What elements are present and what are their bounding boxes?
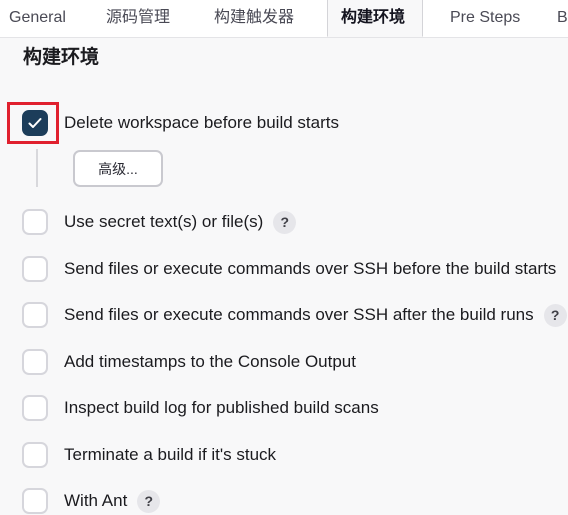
with-ant-checkbox[interactable] (22, 488, 48, 514)
option-label: With Ant (64, 491, 128, 510)
help-icon[interactable]: ? (137, 489, 161, 513)
tab-general[interactable]: General (9, 0, 66, 36)
option-secret-text: Use secret text(s) or file(s) ? (22, 207, 297, 237)
terminate-stuck-checkbox[interactable] (22, 442, 48, 468)
option-timestamps: Add timestamps to the Console Output (22, 347, 356, 377)
highlight-box (7, 102, 59, 144)
timestamps-checkbox[interactable] (22, 349, 48, 375)
option-delete-workspace: Delete workspace before build starts (22, 108, 339, 138)
tab-pre-steps[interactable]: Pre Steps (450, 0, 520, 36)
option-ssh-after-build: Send files or execute commands over SSH … (22, 300, 567, 330)
option-build-scans: Inspect build log for published build sc… (22, 393, 379, 423)
option-label: Send files or execute commands over SSH … (64, 259, 557, 278)
nested-divider (36, 149, 38, 187)
advanced-button[interactable]: 高级... (73, 150, 163, 187)
tab-build-triggers[interactable]: 构建触发器 (214, 0, 294, 36)
option-label: Delete workspace before build starts (64, 113, 339, 132)
option-terminate-stuck: Terminate a build if it's stuck (22, 440, 276, 470)
option-label: Inspect build log for published build sc… (64, 398, 379, 417)
option-ssh-before-build: Send files or execute commands over SSH … (22, 254, 556, 284)
option-with-ant: With Ant ? (22, 486, 161, 515)
option-label: Use secret text(s) or file(s) (64, 212, 264, 231)
config-tab-bar: General 源码管理 构建触发器 构建环境 Pre Steps B (0, 0, 568, 38)
option-label: Terminate a build if it's stuck (64, 445, 277, 464)
option-label: Add timestamps to the Console Output (64, 352, 356, 371)
secret-text-checkbox[interactable] (22, 209, 48, 235)
section-title: 构建环境 (23, 47, 100, 68)
help-icon[interactable]: ? (543, 303, 567, 327)
tab-build[interactable]: B (557, 0, 568, 36)
tab-build-environment[interactable]: 构建环境 (327, 0, 423, 37)
build-scans-checkbox[interactable] (22, 395, 48, 421)
help-icon[interactable]: ? (273, 210, 297, 234)
ssh-before-build-checkbox[interactable] (22, 256, 48, 282)
option-label: Send files or execute commands over SSH … (64, 305, 534, 324)
ssh-after-build-checkbox[interactable] (22, 302, 48, 328)
tab-source-code-management[interactable]: 源码管理 (106, 0, 170, 36)
build-config-page: General 源码管理 构建触发器 构建环境 Pre Steps B 构建环境… (0, 0, 568, 515)
